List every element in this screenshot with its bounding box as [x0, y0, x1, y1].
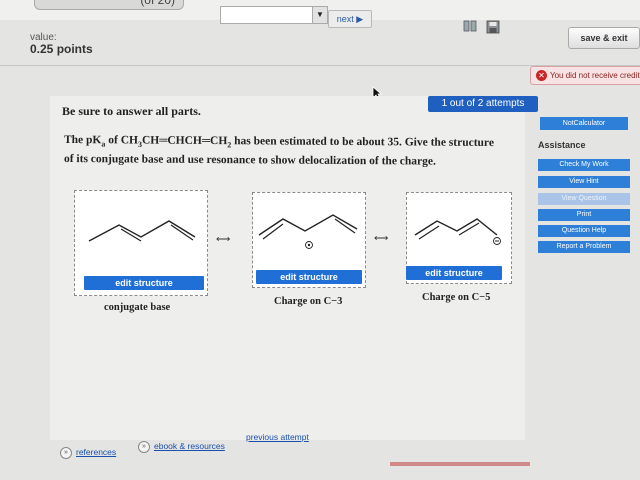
next-button[interactable]: next ▶	[328, 10, 372, 28]
save-exit-button[interactable]: save & exit	[568, 27, 640, 49]
edit-structure-button[interactable]: edit structure	[84, 276, 204, 290]
credit-status-text: You did not receive credit f	[550, 71, 640, 80]
question-help-button[interactable]: Question Help	[538, 225, 630, 237]
structure-caption: conjugate base	[104, 302, 171, 313]
ebook-resources-link[interactable]: ebook & resources	[154, 441, 225, 451]
question-number: (of 20)	[34, 0, 184, 10]
not-calculator-button[interactable]: NotCalculator	[540, 117, 628, 130]
report-problem-button[interactable]: Report a Problem	[538, 241, 630, 253]
instruction-text: Be sure to answer all parts.	[62, 104, 201, 118]
structure-caption: Charge on C−5	[422, 292, 491, 303]
question-text-line1: The pKa of CH3CH═CHCH═CH2 has been estim…	[63, 134, 494, 150]
references-link[interactable]: references	[76, 447, 116, 457]
structure-caption: Charge on C−3	[274, 296, 343, 307]
footer-bar	[390, 462, 530, 466]
credit-status-badge: ✕ You did not receive credit f	[530, 66, 640, 85]
edit-structure-button[interactable]: edit structure	[406, 266, 502, 280]
expand-ebook-icon[interactable]: »	[138, 441, 150, 453]
expand-references-icon[interactable]: »	[60, 447, 72, 459]
save-icon[interactable]	[486, 20, 500, 34]
previous-attempt-link[interactable]: previous attempt	[246, 432, 309, 442]
print-button[interactable]: Print	[538, 209, 630, 221]
points-value: 0.25 points	[30, 42, 93, 56]
book-icon[interactable]	[463, 20, 477, 32]
resonance-arrow: ⟷	[374, 233, 389, 244]
error-icon: ✕	[536, 70, 547, 82]
assistance-heading: Assistance	[538, 140, 586, 150]
attempts-badge: 1 out of 2 attempts	[428, 96, 538, 112]
question-select[interactable]: ▼	[220, 6, 328, 24]
view-question-button: View Question	[538, 193, 630, 205]
view-hint-button[interactable]: View Hint	[538, 176, 630, 188]
edit-structure-button[interactable]: edit structure	[256, 270, 362, 284]
check-my-work-button[interactable]: Check My Work	[538, 159, 630, 171]
chevron-down-icon[interactable]: ▼	[312, 7, 327, 23]
resonance-arrow: ⟷	[216, 234, 231, 245]
